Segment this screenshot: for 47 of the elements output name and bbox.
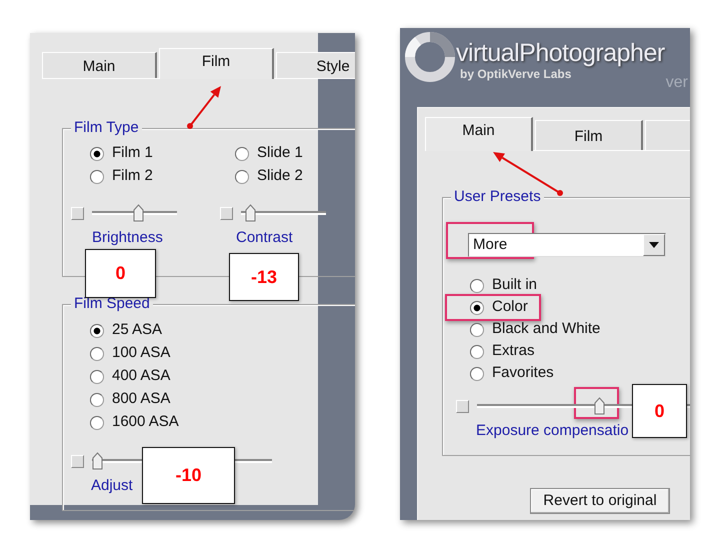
caret-icon — [649, 242, 659, 248]
app-byline: by OptikVerve Labs — [460, 68, 572, 81]
value-callout: 0 — [85, 249, 156, 298]
slider-track[interactable] — [92, 203, 177, 223]
radio-option[interactable]: 400 ASA — [90, 365, 170, 388]
slider-thumb[interactable] — [132, 204, 144, 222]
group-title: Film Type — [71, 119, 142, 137]
dropdown-button[interactable] — [643, 234, 665, 256]
radio-option[interactable]: Black and White — [470, 318, 600, 341]
radio-option[interactable]: 800 ASA — [90, 388, 170, 411]
value-callout: 0 — [632, 384, 687, 438]
checkbox[interactable] — [71, 206, 84, 220]
tab[interactable]: Main — [42, 52, 157, 78]
value-callout: -13 — [229, 253, 299, 301]
checkbox[interactable] — [220, 206, 233, 220]
radio-option[interactable]: Slide 2 — [235, 165, 303, 188]
tab[interactable]: Main — [425, 117, 533, 151]
tab[interactable]: Film — [535, 120, 643, 150]
radio-option[interactable]: Film 2 — [90, 165, 153, 188]
radio-option[interactable]: Slide 1 — [235, 142, 303, 165]
value-callout: -10 — [142, 447, 235, 504]
slider-label: Adjust — [91, 477, 133, 495]
dropdown[interactable]: More — [468, 233, 666, 257]
checkbox[interactable] — [71, 454, 84, 468]
checkbox[interactable] — [456, 400, 469, 412]
radio-option[interactable]: 25 ASA — [90, 319, 162, 342]
slider-label: Brightness — [92, 229, 163, 247]
radio-option[interactable]: Extras — [470, 340, 535, 363]
revert-button[interactable]: Revert to original — [530, 488, 670, 514]
slider-track[interactable] — [241, 203, 326, 223]
radio-option[interactable]: 100 ASA — [90, 342, 170, 365]
radio-option[interactable]: Film 1 — [90, 142, 153, 165]
slider-label: Exposure compensatio — [476, 422, 629, 440]
annotation-arrow — [187, 86, 221, 129]
app-name: virtualPhotographer — [456, 38, 665, 68]
radio-option[interactable]: Color — [470, 296, 528, 319]
slider-thumb[interactable] — [594, 397, 606, 415]
radio-option[interactable]: Favorites — [470, 362, 554, 385]
slider-thumb[interactable] — [92, 452, 104, 470]
slider-label: Contrast — [236, 229, 293, 247]
radio-option[interactable]: Built in — [470, 274, 538, 297]
slider-thumb[interactable] — [244, 204, 256, 222]
version-label: ver — [666, 73, 688, 93]
radio-option[interactable]: 1600 ASA — [90, 411, 179, 434]
tab[interactable]: Film — [159, 48, 274, 79]
tab[interactable]: Style — [276, 52, 355, 78]
logo-icon — [404, 31, 456, 83]
